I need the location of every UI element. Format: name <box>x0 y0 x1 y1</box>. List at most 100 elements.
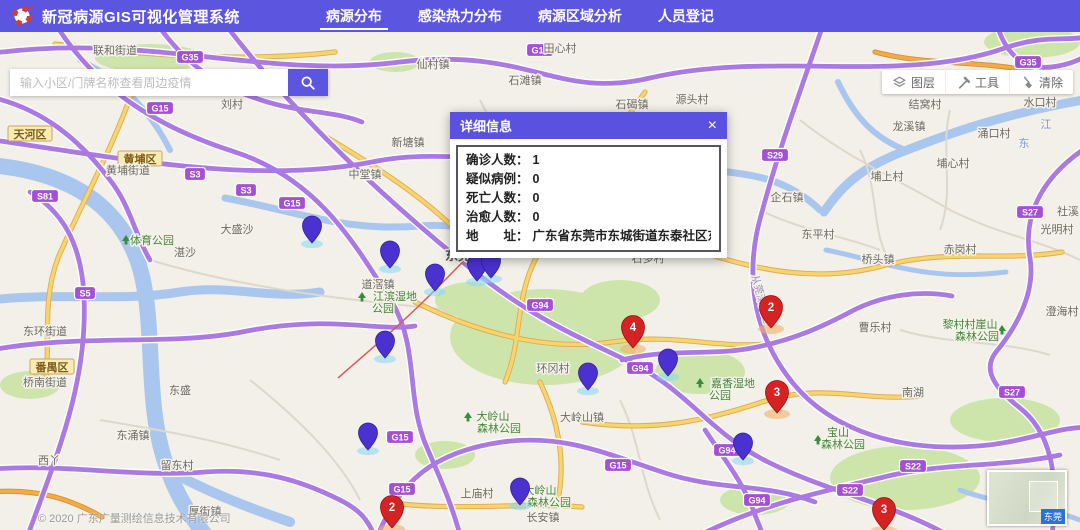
map-pin-blue[interactable] <box>374 331 396 363</box>
map-label: 结窝村 <box>909 97 942 111</box>
minimap-city-label: 东莞 <box>1041 509 1065 524</box>
map-label: 龙溪镇 <box>893 119 926 133</box>
road-shield-label: G35 <box>181 53 198 63</box>
popup-row-label: 治愈人数： <box>466 208 529 227</box>
map-pin-red[interactable]: 2 <box>758 296 784 335</box>
popup-body: 确诊人数：1疑似病例：0死亡人数：0治愈人数：0地 址：广东省东莞市东城街道东泰… <box>450 139 727 258</box>
map-label: 大岭山 <box>477 409 510 423</box>
popup-detail-box: 确诊人数：1疑似病例：0死亡人数：0治愈人数：0地 址：广东省东莞市东城街道东泰… <box>456 145 721 252</box>
tab-source-distribution[interactable]: 病源分布 <box>308 0 400 32</box>
app-title: 新冠病源GIS可视化管理系统 <box>42 6 240 27</box>
map-label: 东环街道 <box>23 324 67 338</box>
brand: 新冠病源GIS可视化管理系统 <box>0 4 240 28</box>
close-icon[interactable]: × <box>708 118 717 134</box>
layers-button[interactable]: 图层 <box>882 70 945 94</box>
pin-count-label: 3 <box>774 387 780 399</box>
map-pin-blue[interactable] <box>424 264 446 296</box>
popup-row-3: 治愈人数：0 <box>466 208 711 227</box>
map-label: 公园 <box>709 389 731 402</box>
map-pin-blue[interactable] <box>301 216 323 248</box>
map-label: 曹乐村 <box>859 320 892 334</box>
map-label: 新塘镇 <box>392 135 425 149</box>
map-pin-blue[interactable] <box>379 241 401 273</box>
map-pin-blue[interactable] <box>732 433 754 465</box>
road-shield-label: S81 <box>37 192 53 202</box>
map-label: 源头村 <box>676 92 709 106</box>
map-label: 留东村 <box>161 458 194 472</box>
popup-row-label: 疑似病例： <box>466 170 529 189</box>
popup-row-4: 地 址：广东省东莞市东城街道东泰社区东… <box>466 227 711 246</box>
tab-heat-distribution[interactable]: 感染热力分布 <box>400 0 520 32</box>
search-button[interactable] <box>288 69 328 96</box>
popup-row-value: 0 <box>533 208 540 227</box>
navbar: 新冠病源GIS可视化管理系统 病源分布感染热力分布病源区域分析人员登记 <box>0 0 1080 32</box>
map-label: 江 <box>1041 118 1052 131</box>
popup-row-value: 1 <box>533 151 540 170</box>
map-copyright: © 2020 广东广量测绘信息技术有限公司 <box>38 510 231 526</box>
map-label: 石滩镇 <box>509 73 542 87</box>
map-pin-red[interactable]: 4 <box>620 316 646 355</box>
road-shield-label: G94 <box>531 301 548 311</box>
minimap-viewport <box>1029 481 1058 512</box>
tool-button-label: 清除 <box>1039 74 1063 91</box>
popup-title: 详细信息 <box>460 116 512 135</box>
map-label: 环冈村 <box>537 361 570 375</box>
map-pin-blue[interactable] <box>357 423 379 455</box>
map-label: 石碣镇 <box>616 97 649 111</box>
map-label: 光明村 <box>1041 222 1074 236</box>
district-badge-label: 天河区 <box>14 127 47 141</box>
map-label: 桥头镇 <box>862 252 895 266</box>
map-label: 涌口村 <box>978 126 1011 140</box>
search-icon <box>300 75 316 91</box>
clear-button[interactable]: 清除 <box>1009 70 1073 94</box>
road-shield-label: S27 <box>1004 388 1020 398</box>
tools-button[interactable]: 工具 <box>945 70 1009 94</box>
map-pin-blue[interactable] <box>577 363 599 395</box>
popup-row-value: 0 <box>533 189 540 208</box>
map-label: 联和街道 <box>93 43 137 57</box>
road-shield-label: G94 <box>748 496 765 506</box>
map-label: 黎村村崖山 <box>943 317 998 331</box>
map-pin-blue[interactable] <box>509 478 531 510</box>
tab-person-register[interactable]: 人员登记 <box>640 0 732 32</box>
map-toolbar: 图层 工具 清除 <box>882 70 1073 94</box>
popup-row-value: 广东省东莞市东城街道东泰社区东… <box>533 227 711 246</box>
map-label: 田心村 <box>544 41 577 55</box>
map-label: 西丫 <box>38 455 60 467</box>
district-badge-label: 番禺区 <box>35 360 69 374</box>
map-label: 上庙村 <box>461 486 494 500</box>
pin-count-label: 2 <box>768 302 774 314</box>
popup-row-1: 疑似病例：0 <box>466 170 711 189</box>
map-label: 长安镇 <box>527 510 560 524</box>
pin-count-label: 2 <box>389 502 395 514</box>
broom-icon <box>1020 75 1035 90</box>
road-shield-label: S27 <box>1022 208 1038 218</box>
minimap[interactable]: 东莞 <box>987 470 1067 526</box>
map-pin-red[interactable]: 3 <box>764 381 790 420</box>
map-label: 东盛 <box>169 383 191 397</box>
tab-region-analysis[interactable]: 病源区域分析 <box>520 0 640 32</box>
detail-popup: 详细信息 × 确诊人数：1疑似病例：0死亡人数：0治愈人数：0地 址：广东省东莞… <box>450 112 727 258</box>
district-badge-label: 黄埔区 <box>124 152 157 166</box>
map-pin-blue[interactable] <box>657 349 679 381</box>
road-shield-label: G15 <box>609 461 626 471</box>
search-input[interactable] <box>10 69 288 96</box>
app: 天河区黄埔区番禺区 G35G15G35G15S3S3S81G15S5S29S27… <box>0 0 1080 530</box>
popup-header: 详细信息 × <box>450 112 727 139</box>
map-label: 大盛沙 <box>221 222 254 236</box>
tool-button-label: 工具 <box>975 74 999 91</box>
layers-icon <box>892 75 907 90</box>
road-shield-label: S3 <box>240 186 251 196</box>
popup-row-label: 死亡人数： <box>466 189 529 208</box>
map-label: 仙村镇 <box>417 57 450 71</box>
map-label: 东平村 <box>802 227 835 241</box>
map-label: 社溪 <box>1057 204 1079 218</box>
map-label: 中堂镇 <box>349 167 382 181</box>
map-label: 宝山 <box>827 425 849 439</box>
map-label: 森林公园 <box>477 421 521 435</box>
map-label: 道滘镇 <box>362 277 395 291</box>
search-bar <box>10 69 328 96</box>
popup-row-0: 确诊人数：1 <box>466 151 711 170</box>
map-label: 桥南街道 <box>23 375 67 389</box>
map-label: 江滨湿地 <box>373 289 417 303</box>
